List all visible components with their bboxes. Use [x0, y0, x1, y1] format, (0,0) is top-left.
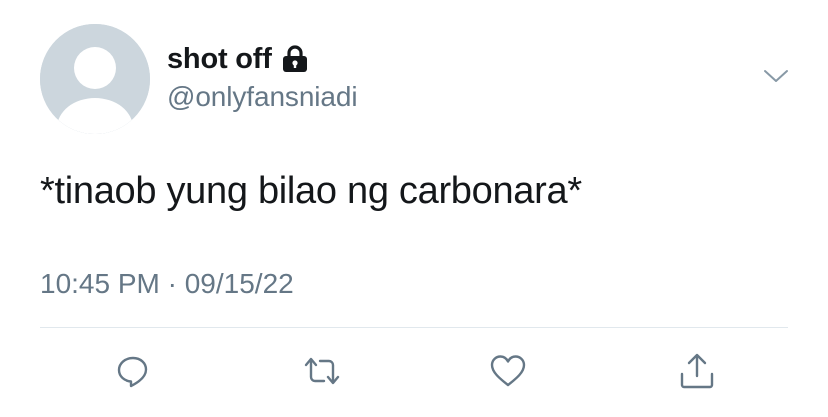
retweet-icon	[304, 357, 340, 385]
retweet-button[interactable]	[302, 351, 342, 391]
display-name[interactable]: shot off	[167, 43, 272, 76]
tweet-card: shot off @onlyfansniadi *tinaob yung bil…	[0, 0, 828, 417]
timestamp[interactable]: 10:45 PM · 09/15/22	[40, 268, 294, 300]
share-button[interactable]	[677, 351, 717, 391]
share-icon	[680, 353, 714, 389]
default-avatar-icon	[40, 24, 150, 134]
like-button[interactable]	[488, 351, 528, 391]
handle[interactable]: @onlyfansniadi	[167, 81, 358, 113]
name-row: shot off	[167, 41, 357, 77]
author-block: shot off @onlyfansniadi	[167, 41, 358, 113]
more-options-button[interactable]	[762, 66, 790, 86]
lock-icon	[281, 44, 309, 74]
heart-icon	[490, 355, 526, 387]
avatar[interactable]	[40, 24, 150, 134]
tweet-text: *tinaob yung bilao ng carbonara*	[40, 170, 582, 212]
chevron-down-icon	[764, 70, 788, 82]
reply-icon	[117, 356, 148, 388]
reply-button[interactable]	[113, 351, 153, 391]
divider	[40, 327, 788, 328]
